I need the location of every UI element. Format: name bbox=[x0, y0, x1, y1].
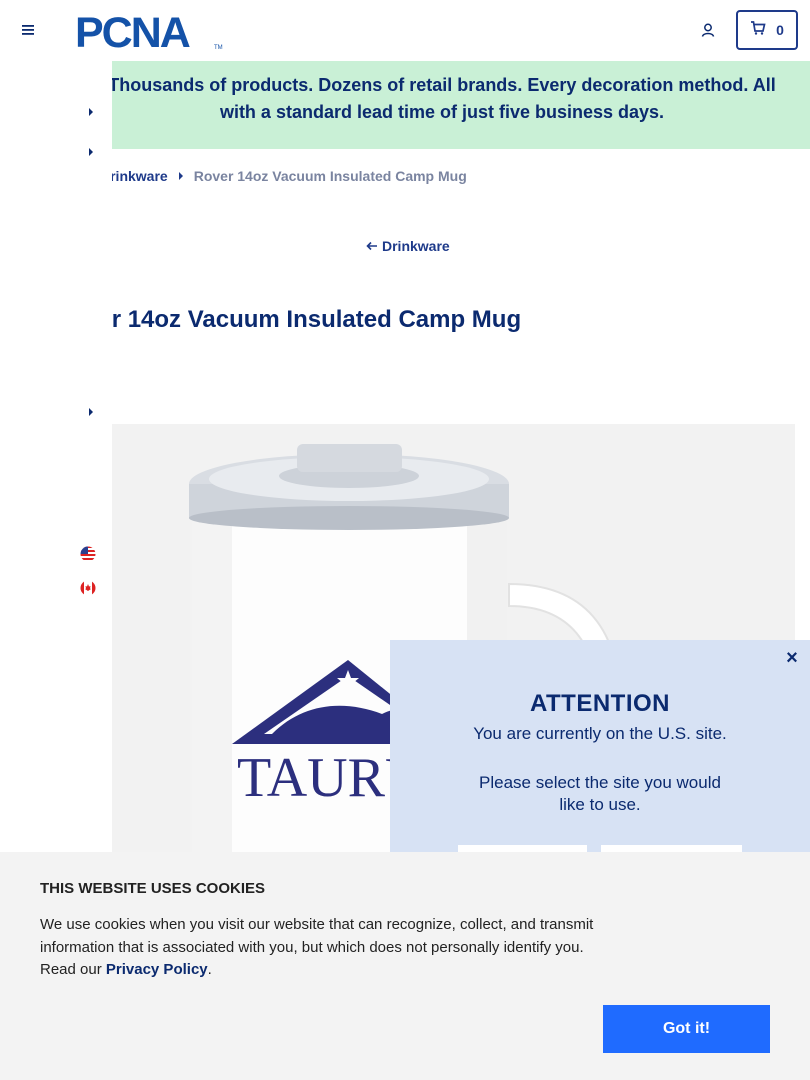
account-icon[interactable] bbox=[696, 18, 720, 42]
modal-prompt: Please select the site you would like to… bbox=[479, 773, 721, 814]
breadcrumb: Drinkware Rover 14oz Vacuum Insulated Ca… bbox=[100, 166, 467, 186]
arrow-left-icon bbox=[366, 238, 378, 254]
us-site-button[interactable] bbox=[458, 845, 587, 852]
cookie-banner: THIS WEBSITE USES COOKIES We use cookies… bbox=[0, 852, 810, 1080]
chevron-right-icon[interactable] bbox=[86, 406, 96, 418]
site-header: PCNA TM 0 bbox=[0, 0, 810, 61]
cookie-accept-button[interactable]: Got it! bbox=[603, 1005, 770, 1053]
breadcrumb-current: Rover 14oz Vacuum Insulated Camp Mug bbox=[193, 168, 467, 184]
privacy-policy-link[interactable]: Privacy Policy bbox=[106, 961, 208, 978]
chevron-right-icon[interactable] bbox=[86, 106, 96, 118]
cart-count: 0 bbox=[776, 22, 784, 38]
close-icon[interactable]: × bbox=[782, 648, 802, 668]
pcna-logo[interactable]: PCNA TM bbox=[75, 9, 225, 57]
cookie-text: We use cookies when you visit our websit… bbox=[40, 914, 600, 982]
site-select-modal: × ATTENTION You are currently on the U.S… bbox=[390, 640, 810, 852]
chevron-right-icon[interactable] bbox=[86, 146, 96, 158]
promo-banner: Thousands of products. Dozens of retail … bbox=[108, 61, 810, 149]
cookie-period: . bbox=[207, 961, 212, 978]
modal-current-site: You are currently on the U.S. site. bbox=[473, 724, 727, 743]
back-link-label: Drinkware bbox=[382, 238, 450, 254]
promo-text: Thousands of products. Dozens of retail … bbox=[108, 75, 776, 122]
cookie-title: THIS WEBSITE USES COOKIES bbox=[40, 880, 266, 897]
product-title: Rover 14oz Vacuum Insulated Camp Mug bbox=[105, 306, 522, 333]
product-title-wrap: Rover 14oz Vacuum Insulated Camp Mug bbox=[105, 304, 625, 344]
canada-site-button[interactable] bbox=[601, 845, 742, 852]
cart-button[interactable]: 0 bbox=[736, 10, 798, 50]
left-gutter bbox=[0, 61, 112, 852]
cart-icon bbox=[750, 20, 766, 40]
modal-title: ATTENTION bbox=[529, 690, 671, 717]
svg-text:TM: TM bbox=[214, 45, 223, 51]
hamburger-menu-icon[interactable] bbox=[18, 20, 38, 40]
back-to-drinkware-link[interactable]: Drinkware bbox=[366, 238, 450, 254]
breadcrumb-separator-icon bbox=[178, 172, 184, 180]
us-flag-icon[interactable] bbox=[80, 546, 96, 562]
svg-text:PCNA: PCNA bbox=[75, 10, 190, 52]
canada-flag-icon[interactable] bbox=[80, 580, 96, 596]
